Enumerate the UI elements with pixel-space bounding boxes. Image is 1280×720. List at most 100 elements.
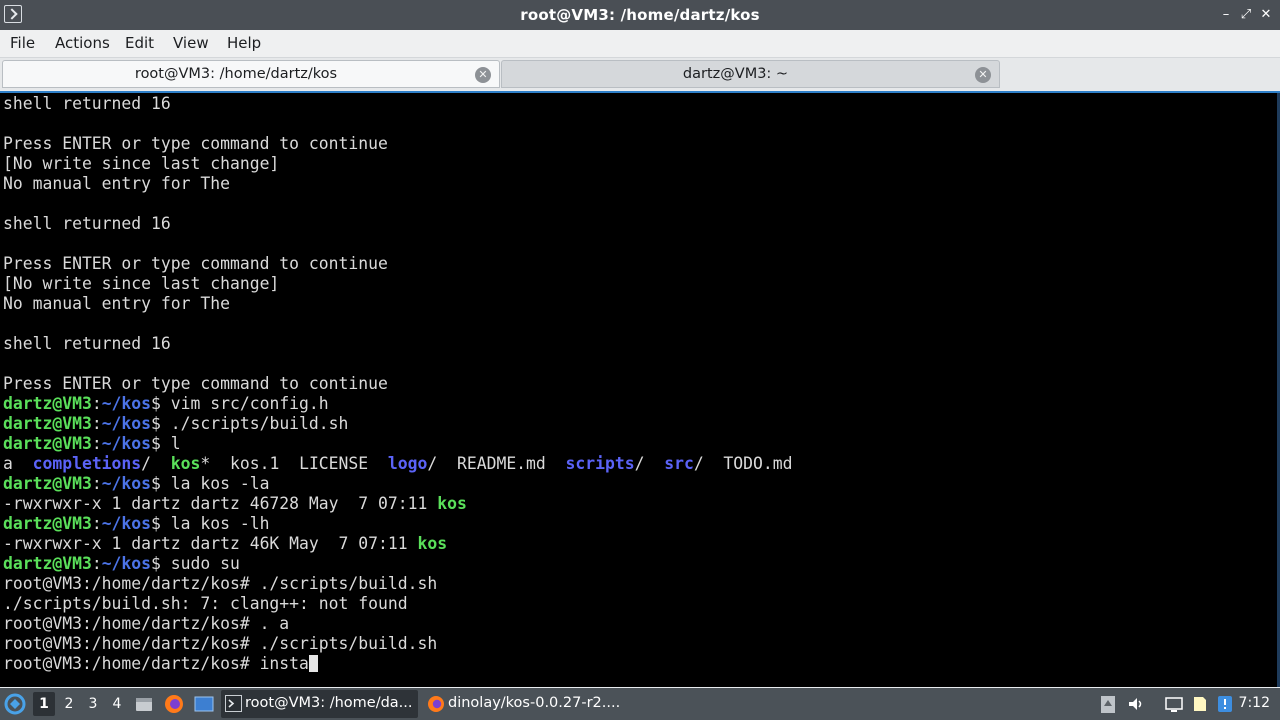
terminal-text-segment: root@VM3:/home/dartz/kos# ./scripts/buil… — [3, 634, 438, 653]
terminal-path-text: ~/kos — [101, 474, 152, 493]
terminal-text-segment: Press ENTER or type command to continue — [3, 374, 388, 393]
start-menu-icon[interactable] — [4, 693, 26, 715]
terminal-line: shell returned 16 — [3, 214, 793, 234]
terminal-line: dartz@VM3:~/kos$ la kos -lh — [3, 514, 793, 534]
terminal-user-text: dartz@VM3 — [3, 514, 92, 533]
volume-icon[interactable] — [1126, 694, 1146, 714]
terminal-line: shell returned 16 — [3, 334, 793, 354]
file-manager-icon[interactable] — [134, 694, 154, 714]
terminal-text-segment: : — [91, 514, 102, 533]
terminal-path-text: ~/kos — [101, 514, 152, 533]
terminal-line: dartz@VM3:~/kos$ sudo su — [3, 554, 793, 574]
terminal-text-segment: / — [141, 454, 171, 473]
firefox-launcher-icon[interactable] — [163, 693, 185, 715]
terminal-text-segment: Press ENTER or type command to continue — [3, 254, 388, 273]
menu-help[interactable]: Help — [227, 34, 261, 52]
terminal-text-segment: No manual entry for The — [3, 294, 230, 313]
terminal-text-segment: Press ENTER or type command to continue — [3, 134, 388, 153]
terminal-text-segment: $ la kos -lh — [151, 514, 270, 533]
terminal-text-segment: -rwxrwxr-x 1 dartz dartz 46728 May 7 07:… — [3, 494, 438, 513]
tab-bar: root@VM3: /home/dartz/kos ✕ dartz@VM3: ~… — [0, 58, 1280, 90]
close-window-button[interactable]: ✕ — [1258, 7, 1274, 23]
network-icon[interactable] — [1164, 694, 1184, 714]
terminal-line: dartz@VM3:~/kos$ ./scripts/build.sh — [3, 414, 793, 434]
terminal-text-segment: [No write since last change] — [3, 154, 280, 173]
task-label: root@VM3: /home/da... — [245, 695, 413, 711]
terminal-line: dartz@VM3:~/kos$ la kos -la — [3, 474, 793, 494]
tab-root-terminal[interactable]: root@VM3: /home/dartz/kos ✕ — [2, 60, 500, 88]
terminal-text-segment: $ ./scripts/build.sh — [151, 414, 349, 433]
terminal-path-text: ~/kos — [101, 554, 152, 573]
notes-icon[interactable] — [1190, 694, 1210, 714]
taskbar: 1 2 3 4 root@VM3: /home/da... dinolay/ko… — [0, 688, 1280, 720]
terminal-dir-text: src — [664, 454, 694, 473]
firefox-icon — [428, 696, 444, 712]
menu-file[interactable]: File — [10, 34, 35, 52]
window-titlebar[interactable]: root@VM3: /home/dartz/kos – ⤢ ✕ — [0, 0, 1280, 30]
terminal-line: Press ENTER or type command to continue — [3, 134, 793, 154]
terminal-text-segment: $ vim src/config.h — [151, 394, 329, 413]
terminal-text-segment: $ sudo su — [151, 554, 240, 573]
terminal-text-segment: root@VM3:/home/dartz/kos# ./scripts/buil… — [3, 574, 438, 593]
terminal-path-text: ~/kos — [101, 394, 152, 413]
workspace-3[interactable]: 3 — [85, 696, 101, 712]
terminal-text-segment: : — [91, 554, 102, 573]
terminal-text-segment: root@VM3:/home/dartz/kos# . a — [3, 614, 290, 633]
workspace-4[interactable]: 4 — [109, 696, 125, 712]
menu-bar: File Actions Edit View Help — [0, 30, 1280, 58]
terminal-text-segment: ./scripts/build.sh: 7: clang++: not foun… — [3, 594, 408, 613]
terminal-text-segment: : — [91, 414, 102, 433]
menu-actions[interactable]: Actions — [55, 34, 110, 52]
menu-view[interactable]: View — [173, 34, 209, 52]
minimize-button[interactable]: – — [1218, 7, 1234, 23]
close-tab-icon[interactable]: ✕ — [975, 67, 991, 83]
terminal-text-segment: / TODO.md — [693, 454, 793, 473]
tab-dartz-terminal[interactable]: dartz@VM3: ~ ✕ — [501, 60, 1000, 88]
terminal-text-segment: root@VM3:/home/dartz/kos# insta — [3, 654, 309, 673]
terminal-line: root@VM3:/home/dartz/kos# insta — [3, 654, 793, 674]
terminal-line: Press ENTER or type command to continue — [3, 254, 793, 274]
workspace-1[interactable]: 1 — [33, 692, 55, 716]
terminal-user-text: dartz@VM3 — [3, 474, 92, 493]
close-tab-icon[interactable]: ✕ — [475, 67, 491, 83]
terminal-exe-text: kos — [437, 494, 467, 513]
terminal-text-segment: a — [3, 454, 33, 473]
terminal-text-segment: shell returned 16 — [3, 334, 171, 353]
clock[interactable]: 7:12 — [1239, 695, 1270, 711]
update-notifier-icon[interactable] — [1216, 694, 1234, 714]
terminal-user-text: dartz@VM3 — [3, 434, 92, 453]
terminal-text-segment: / — [634, 454, 665, 473]
terminal-text-segment: shell returned 16 — [3, 214, 171, 233]
terminal-text-segment: $ la kos -la — [151, 474, 270, 493]
terminal-text-segment: -rwxrwxr-x 1 dartz dartz 46K May 7 07:11 — [3, 534, 418, 553]
terminal-text-segment: : — [91, 434, 102, 453]
terminal-text: shell returned 16 Press ENTER or type com… — [3, 94, 793, 674]
terminal-text-segment: * kos.1 LICENSE — [200, 454, 388, 473]
terminal-line: dartz@VM3:~/kos$ vim src/config.h — [3, 394, 793, 414]
terminal-line: No manual entry for The — [3, 174, 793, 194]
terminal-text-segment: : — [91, 394, 102, 413]
workspace-2[interactable]: 2 — [61, 696, 77, 712]
terminal-exe-text: kos — [417, 534, 448, 553]
clipboard-icon[interactable] — [1099, 694, 1117, 714]
terminal-text-segment: No manual entry for The — [3, 174, 230, 193]
terminal-line: root@VM3:/home/dartz/kos# ./scripts/buil… — [3, 634, 793, 654]
terminal-text-segment: / README.md — [427, 454, 566, 473]
maximize-button[interactable]: ⤢ — [1238, 7, 1254, 23]
terminal-cursor — [308, 655, 318, 672]
task-firefox[interactable]: dinolay/kos-0.0.27-r2.... — [424, 690, 620, 718]
terminal-dir-text: completions — [32, 454, 142, 473]
terminal-line: [No write since last change] — [3, 154, 793, 174]
terminal-line: -rwxrwxr-x 1 dartz dartz 46K May 7 07:11… — [3, 534, 793, 554]
terminal-output[interactable]: shell returned 16 Press ENTER or type com… — [0, 91, 1280, 687]
terminal-text-segment: : — [91, 474, 102, 493]
terminal-path-text: ~/kos — [101, 434, 152, 453]
terminal-user-text: dartz@VM3 — [3, 554, 92, 573]
menu-edit[interactable]: Edit — [125, 34, 154, 52]
task-terminal[interactable]: root@VM3: /home/da... — [221, 690, 418, 718]
show-desktop-icon[interactable] — [193, 694, 215, 714]
